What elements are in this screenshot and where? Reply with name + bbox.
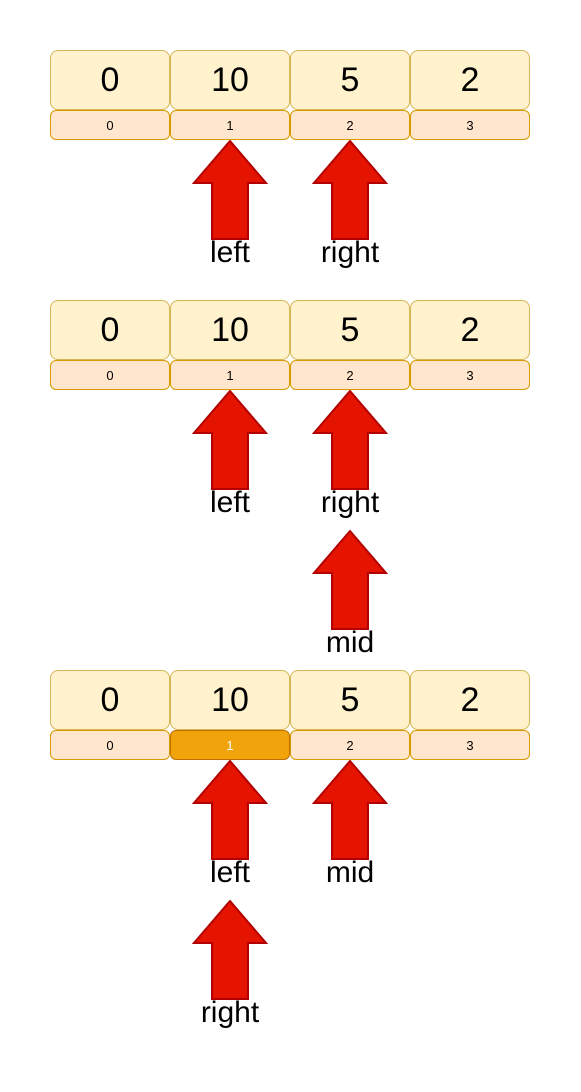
value-cell: 2 xyxy=(410,50,530,110)
up-arrow-icon xyxy=(192,140,268,240)
pointer-label: right xyxy=(320,236,380,269)
index-cell: 3 xyxy=(410,730,530,760)
pointer-label: right xyxy=(320,486,380,519)
value-row: 0 10 5 2 xyxy=(50,300,530,360)
index-row: 0123 xyxy=(50,360,530,390)
value-row: 0 10 5 2 xyxy=(50,50,530,110)
up-arrow-icon xyxy=(192,390,268,490)
value-cell: 10 xyxy=(170,300,290,360)
index-row: 0123 xyxy=(50,110,530,140)
pointer-left: left xyxy=(190,140,270,270)
pointer-mid: mid xyxy=(310,760,390,890)
value-cell: 10 xyxy=(170,50,290,110)
value-cell: 5 xyxy=(290,670,410,730)
pointer-right: right xyxy=(190,900,270,1030)
index-cell-highlighted: 1 xyxy=(170,730,290,760)
index-cell: 3 xyxy=(410,360,530,390)
value-cell: 5 xyxy=(290,300,410,360)
up-arrow-icon xyxy=(312,760,388,860)
pointer-label: mid xyxy=(325,856,375,889)
up-arrow-icon xyxy=(192,760,268,860)
value-cell: 2 xyxy=(410,300,530,360)
value-cell: 5 xyxy=(290,50,410,110)
pointer-left: left xyxy=(190,760,270,890)
value-cell: 10 xyxy=(170,670,290,730)
pointer-label: right xyxy=(200,996,260,1029)
index-cell: 1 xyxy=(170,360,290,390)
index-cell: 3 xyxy=(410,110,530,140)
up-arrow-icon xyxy=(312,530,388,630)
pointer-label: mid xyxy=(325,626,375,659)
index-row: 0123 xyxy=(50,730,530,760)
pointer-label: left xyxy=(209,236,251,269)
pointer-right: right xyxy=(310,390,390,520)
index-cell: 2 xyxy=(290,360,410,390)
index-cell: 0 xyxy=(50,360,170,390)
value-cell: 2 xyxy=(410,670,530,730)
index-cell: 2 xyxy=(290,110,410,140)
value-row: 0 10 5 2 xyxy=(50,670,530,730)
value-cell: 0 xyxy=(50,670,170,730)
pointer-mid: mid xyxy=(310,530,390,660)
pointer-right: right xyxy=(310,140,390,270)
value-cell: 0 xyxy=(50,300,170,360)
up-arrow-icon xyxy=(312,390,388,490)
up-arrow-icon xyxy=(192,900,268,1000)
index-cell: 1 xyxy=(170,110,290,140)
pointer-label: left xyxy=(209,856,251,889)
index-cell: 0 xyxy=(50,730,170,760)
up-arrow-icon xyxy=(312,140,388,240)
pointer-label: left xyxy=(209,486,251,519)
index-cell: 0 xyxy=(50,110,170,140)
pointer-left: left xyxy=(190,390,270,520)
value-cell: 0 xyxy=(50,50,170,110)
index-cell: 2 xyxy=(290,730,410,760)
